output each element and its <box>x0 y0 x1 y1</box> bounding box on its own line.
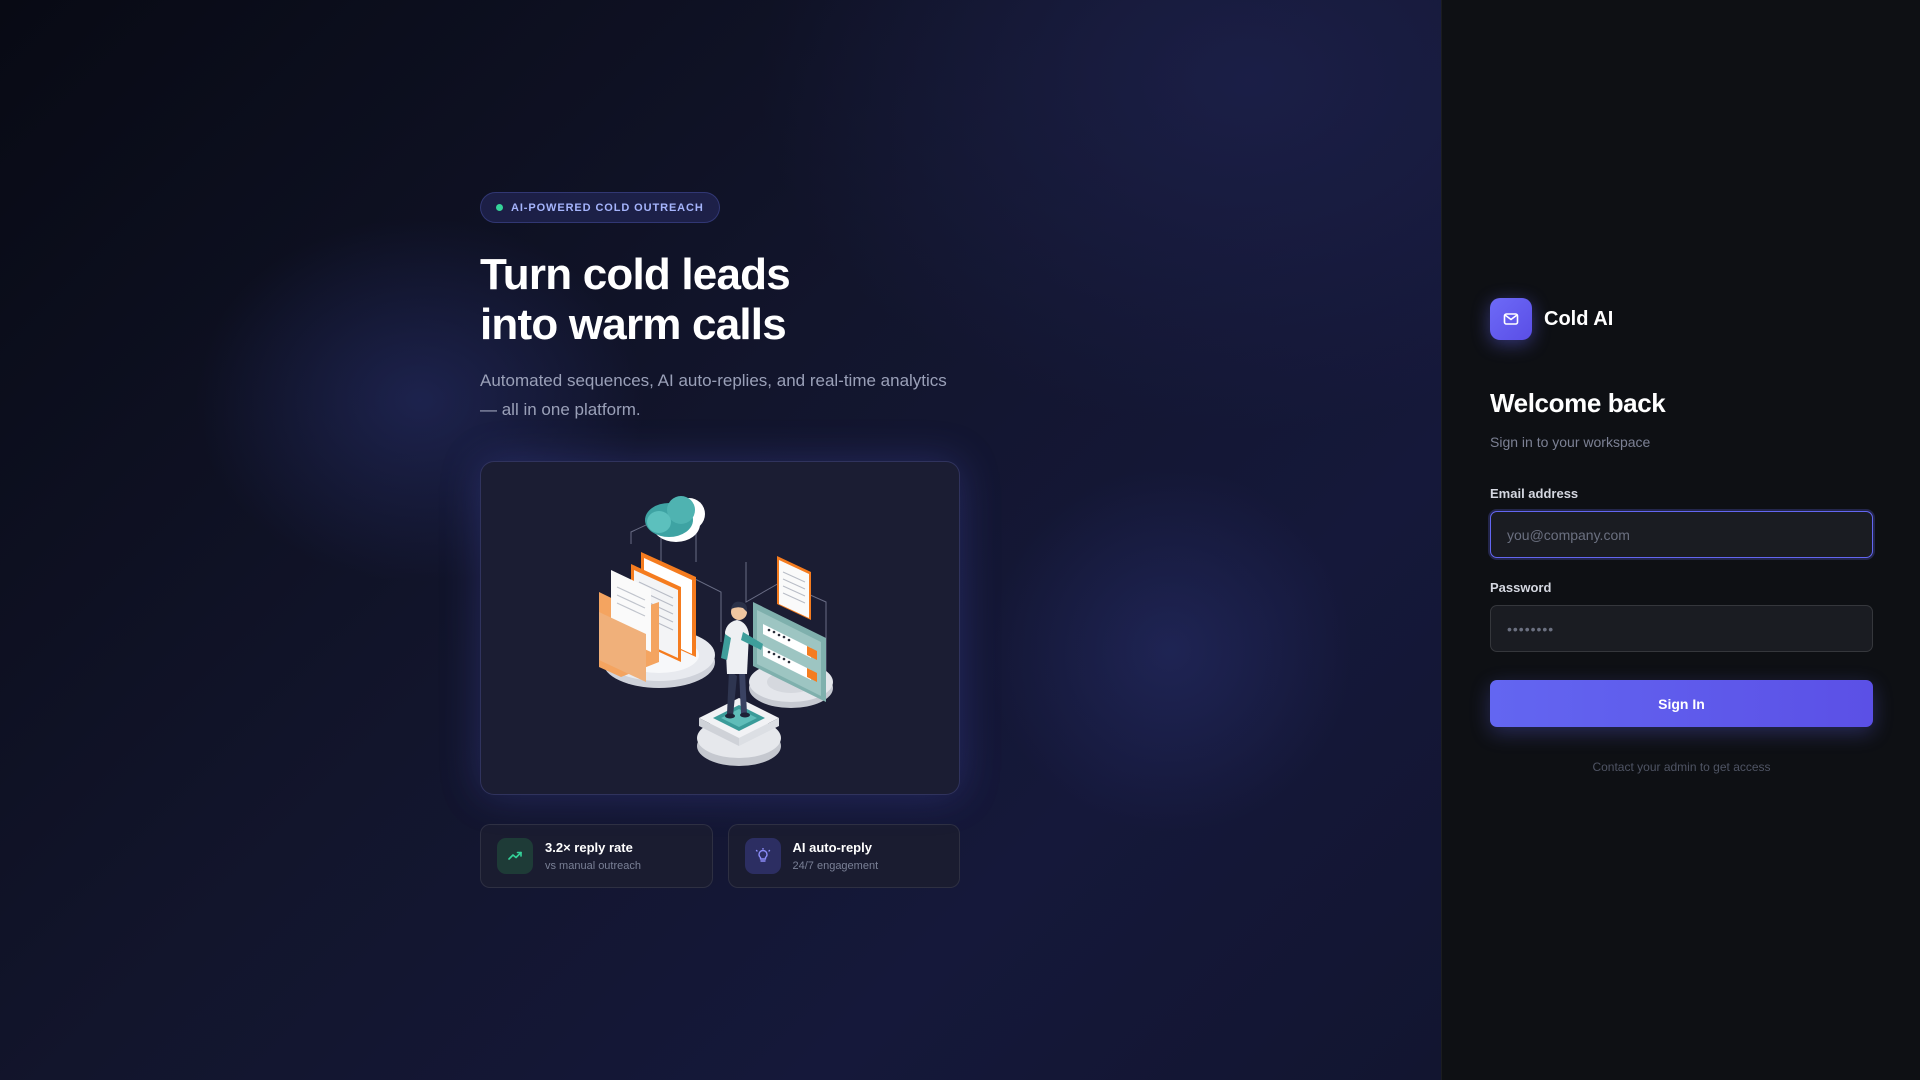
status-dot-icon <box>496 204 503 211</box>
stat-card-reply-rate: 3.2× reply rate vs manual outreach <box>480 824 713 888</box>
hero-subtitle: Automated sequences, AI auto-replies, an… <box>480 371 947 419</box>
auth-panel: Cold AI Welcome back Sign in to your wor… <box>1441 0 1920 1080</box>
feature-badge: AI-POWERED COLD OUTREACH <box>480 192 720 223</box>
stat-subtitle: 24/7 engagement <box>792 860 879 872</box>
login-form: Email address Password Sign In <box>1490 486 1873 727</box>
hero-headline-line1: Turn cold leads <box>480 250 791 299</box>
stat-title: AI auto-reply <box>792 840 872 855</box>
lightbulb-icon <box>744 838 781 874</box>
auth-content: Cold AI Welcome back Sign in to your wor… <box>1490 298 1873 774</box>
email-label: Email address <box>1490 486 1579 501</box>
hero-headline: Turn cold leads into warm calls <box>480 250 960 350</box>
feature-badge-label: AI-POWERED COLD OUTREACH <box>511 201 704 214</box>
stat-subtitle: vs manual outreach <box>545 860 641 872</box>
stat-text: 3.2× reply rate vs manual outreach <box>545 840 641 872</box>
mail-icon <box>1490 298 1532 340</box>
brand: Cold AI <box>1490 298 1873 340</box>
hero-headline-line2: into warm calls <box>480 300 787 349</box>
hero-section: AI-POWERED COLD OUTREACH Turn cold leads… <box>0 0 1441 1080</box>
welcome-title: Welcome back <box>1490 388 1666 418</box>
stat-card-auto-reply: AI auto-reply 24/7 engagement <box>727 824 960 888</box>
welcome-subtitle: Sign in to your workspace <box>1490 434 1651 450</box>
stat-title: 3.2× reply rate <box>545 840 633 855</box>
hero-content: AI-POWERED COLD OUTREACH Turn cold leads… <box>480 192 960 888</box>
trending-up-icon <box>497 838 533 874</box>
contact-admin-text: Contact your admin to get access <box>1592 760 1771 774</box>
isometric-illustration <box>599 496 833 766</box>
sign-in-button[interactable]: Sign In <box>1490 680 1873 727</box>
stats-row: 3.2× reply rate vs manual outreach AI au… <box>480 824 960 888</box>
email-field[interactable] <box>1490 511 1873 558</box>
password-field[interactable] <box>1490 605 1873 652</box>
brand-name: Cold AI <box>1544 307 1614 330</box>
login-page: AI-POWERED COLD OUTREACH Turn cold leads… <box>0 0 1920 1080</box>
illustration-card <box>480 461 960 795</box>
stat-text: AI auto-reply 24/7 engagement <box>793 840 879 872</box>
password-label: Password <box>1490 580 1552 595</box>
